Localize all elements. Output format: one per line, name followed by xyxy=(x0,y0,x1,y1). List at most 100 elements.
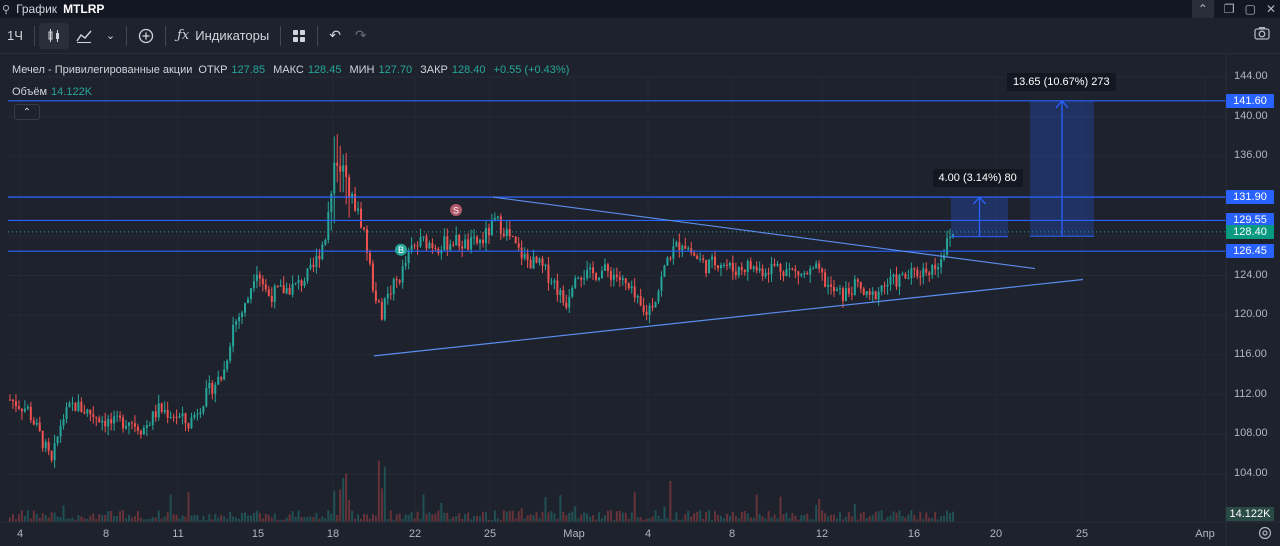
candle-body xyxy=(871,291,874,295)
volume-bar xyxy=(952,511,955,522)
volume-bar xyxy=(844,516,847,522)
instrument-name: Мечел - Привилегированные акции xyxy=(12,64,193,76)
price-tick-label: 120.00 xyxy=(1234,308,1268,321)
candle-body xyxy=(116,415,119,417)
candle-body xyxy=(490,219,493,236)
volume-bar xyxy=(264,513,267,522)
candle-body xyxy=(276,285,279,287)
candle-body xyxy=(886,284,889,287)
volume-bar xyxy=(889,515,892,522)
volume-bar xyxy=(407,514,410,522)
volume-bar xyxy=(508,510,511,522)
time-tick-label: 4 xyxy=(644,528,652,540)
candle-body xyxy=(119,415,122,418)
candle-body xyxy=(779,263,782,272)
candle-body xyxy=(479,239,482,244)
volume-bar xyxy=(107,511,110,522)
price-tick-label: 140.00 xyxy=(1234,109,1268,122)
candle-body xyxy=(53,443,56,461)
candle-body xyxy=(35,422,38,425)
candle-body xyxy=(20,408,23,412)
candle-body xyxy=(609,271,612,280)
time-tick-label: Апр xyxy=(1195,528,1215,540)
volume-bar xyxy=(898,510,901,522)
candle-body xyxy=(505,228,508,237)
candle-body xyxy=(464,239,467,249)
volume-bar xyxy=(541,511,544,522)
candle-body xyxy=(856,279,859,283)
candle-body xyxy=(898,274,901,287)
time-tick-label: 15 xyxy=(251,528,265,540)
candle-body xyxy=(702,258,705,260)
volume-bar xyxy=(255,510,258,522)
candle-body xyxy=(717,265,719,269)
volume-bar xyxy=(32,510,35,522)
candle-body xyxy=(648,305,651,315)
volume-bar xyxy=(529,514,532,522)
candle-body xyxy=(940,259,943,268)
candle-body xyxy=(261,278,264,285)
candle-body xyxy=(395,279,398,281)
candle-body xyxy=(291,284,294,295)
volume-bar xyxy=(151,517,154,522)
volume-bar xyxy=(395,514,398,522)
volume-bar xyxy=(827,515,830,522)
volume-bar xyxy=(41,513,44,522)
candle-body xyxy=(773,263,776,266)
candle-body xyxy=(9,399,11,401)
volume-bar xyxy=(654,510,657,522)
candle-body xyxy=(226,360,229,370)
candle-body xyxy=(255,274,258,282)
volume-bar xyxy=(752,517,755,522)
volume-bar xyxy=(648,518,651,522)
price-tick-label: 144.00 xyxy=(1234,70,1268,82)
candle-body xyxy=(98,418,101,423)
level-price-badge: 126.45 xyxy=(1226,244,1274,259)
volume-bar xyxy=(44,515,47,522)
volume-bar xyxy=(737,518,740,522)
candle-body xyxy=(901,273,904,275)
volume-bar xyxy=(657,515,660,522)
candle-body xyxy=(365,229,368,253)
candle-body xyxy=(208,382,211,389)
volume-bar xyxy=(725,513,728,522)
legend-collapse-button[interactable]: ⌃ xyxy=(14,104,40,120)
volume-bar xyxy=(29,518,32,522)
candle-body xyxy=(205,388,208,407)
volume-bar xyxy=(830,514,833,522)
volume-bar xyxy=(163,516,166,522)
candle-body xyxy=(830,284,833,287)
gear-icon[interactable] xyxy=(1258,526,1272,545)
candle-body xyxy=(797,271,800,276)
candle-body xyxy=(657,290,660,302)
volume-bar xyxy=(360,518,363,522)
volume-bar xyxy=(380,488,383,522)
volume-bar xyxy=(934,511,937,522)
volume-bar xyxy=(571,511,574,522)
candle-body xyxy=(324,239,327,245)
volume-bar xyxy=(943,515,946,522)
volume-bar xyxy=(172,514,175,522)
volume-bar xyxy=(779,496,782,522)
candle-body xyxy=(499,216,502,234)
volume-bar xyxy=(764,518,767,522)
volume-bar xyxy=(583,512,586,522)
candle-body xyxy=(232,324,235,347)
volume-bar xyxy=(838,512,841,522)
volume-bar xyxy=(363,513,365,522)
volume-bar xyxy=(511,510,514,522)
candle-body xyxy=(110,419,113,424)
volume-bar xyxy=(261,518,264,522)
volume-bar xyxy=(464,513,467,522)
candle-body xyxy=(360,208,363,228)
candle-body xyxy=(407,250,410,264)
trend-line-support[interactable] xyxy=(373,278,1084,357)
candle-body xyxy=(621,278,624,280)
volume-bar xyxy=(598,512,601,522)
volume-bar xyxy=(119,511,122,522)
candle-body xyxy=(883,285,886,287)
candle-body xyxy=(122,417,125,429)
candle-body xyxy=(211,382,214,394)
volume-bar xyxy=(886,516,889,522)
volume-bar xyxy=(907,514,910,522)
